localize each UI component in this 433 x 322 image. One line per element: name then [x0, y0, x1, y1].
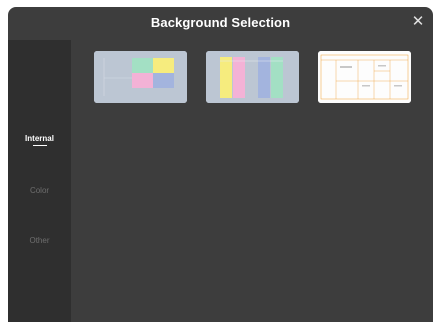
quadrant-grid-preview — [94, 51, 187, 103]
background-thumbnail-quadrant[interactable] — [94, 51, 187, 103]
sidebar-item-label: Other — [29, 236, 50, 245]
sidebar-item-label: Internal — [25, 134, 54, 143]
background-thumbnail-columns[interactable] — [206, 51, 299, 103]
outline-layout-preview — [318, 51, 411, 103]
sidebar-item-internal[interactable]: Internal — [8, 134, 71, 146]
close-icon[interactable]: ✕ — [409, 13, 427, 31]
category-sidebar: Internal Color Other — [8, 40, 71, 322]
dialog-title: Background Selection — [150, 15, 291, 30]
active-indicator — [32, 145, 47, 146]
background-grid — [71, 40, 433, 322]
vertical-columns-preview — [206, 51, 299, 103]
sidebar-item-label: Color — [29, 186, 50, 195]
background-selection-dialog: Background Selection ✕ Internal Color Ot… — [8, 7, 433, 322]
sidebar-item-other[interactable]: Other — [8, 236, 71, 245]
background-thumbnail-layout[interactable] — [318, 51, 411, 103]
dialog-header: Background Selection ✕ — [8, 7, 433, 40]
sidebar-item-color[interactable]: Color — [8, 186, 71, 195]
